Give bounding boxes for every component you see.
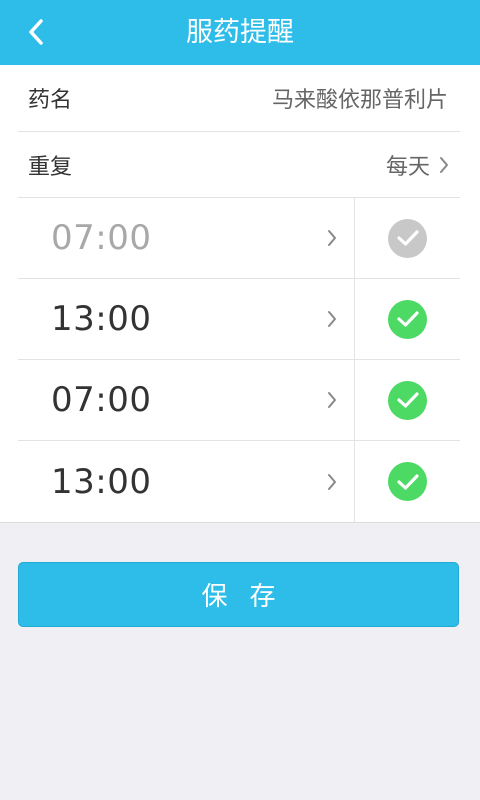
chevron-right-icon [328, 392, 336, 408]
chevron-right-icon [440, 156, 448, 173]
time-picker-cell[interactable]: 07:00 [18, 198, 354, 278]
check-icon [388, 299, 427, 339]
time-toggle[interactable] [355, 441, 460, 522]
repeat-label: 重复 [28, 154, 73, 180]
time-value: 13:00 [51, 299, 152, 339]
time-toggle[interactable] [355, 279, 460, 359]
time-value: 07:00 [51, 218, 152, 258]
check-icon [388, 380, 427, 420]
chevron-right-icon [328, 311, 336, 327]
drug-name-label: 药名 [28, 88, 73, 113]
time-picker-cell[interactable]: 13:00 [18, 279, 354, 359]
time-toggle[interactable] [355, 360, 460, 440]
drug-name-row: 药名 马来酸依那普利片 [18, 65, 460, 132]
time-toggle[interactable] [355, 198, 460, 278]
time-row: 07:00 [18, 360, 460, 441]
time-value: 13:00 [51, 461, 152, 502]
chevron-right-icon [328, 230, 336, 246]
check-icon [388, 462, 427, 501]
time-list: 07:00 13:00 07:00 13:00 [18, 198, 460, 522]
time-row: 07:00 [18, 198, 460, 279]
time-picker-cell[interactable]: 13:00 [18, 441, 354, 522]
page-title: 服药提醒 [186, 17, 294, 48]
repeat-row[interactable]: 重复 每天 [18, 132, 460, 198]
time-picker-cell[interactable]: 07:00 [18, 360, 354, 440]
time-row: 13:00 [18, 441, 460, 522]
reminder-form: 药名 马来酸依那普利片 重复 每天 07:00 13:00 07:00 13:0… [0, 65, 480, 523]
save-button[interactable]: 保存 [18, 562, 459, 627]
time-row: 13:00 [18, 279, 460, 360]
repeat-value: 每天 [385, 154, 430, 180]
check-icon [388, 218, 427, 258]
chevron-right-icon [328, 473, 336, 490]
drug-name-value: 马来酸依那普利片 [271, 88, 448, 113]
app-header: 服药提醒 [0, 0, 480, 65]
time-value: 07:00 [51, 380, 152, 420]
